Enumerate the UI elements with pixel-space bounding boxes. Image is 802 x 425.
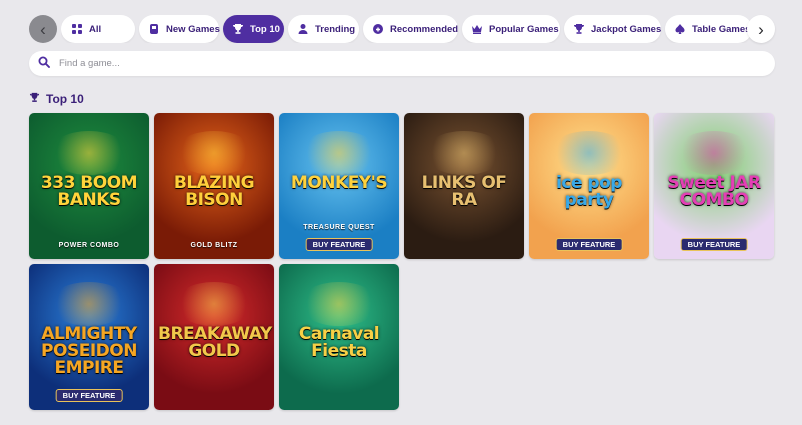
tab-popular-games[interactable]: Popular Games: [462, 15, 560, 43]
game-title: MONKEY'S: [290, 173, 388, 193]
trophy-icon: [573, 23, 585, 36]
crown-icon: [471, 23, 483, 36]
tab-table-games[interactable]: Table Games: [665, 15, 751, 43]
new-games-icon: [148, 23, 160, 36]
game-tile[interactable]: ice pop party BUY FEATURE: [529, 113, 649, 259]
thumb-icon: [372, 23, 384, 36]
buy-feature-badge: BUY FEATURE: [55, 389, 123, 402]
game-tile[interactable]: BREAKAWAY GOLD: [154, 264, 274, 410]
game-tile[interactable]: Carnaval Fiesta: [279, 264, 399, 410]
tab-new-games[interactable]: New Games: [139, 15, 220, 43]
game-art-glow: [549, 131, 629, 175]
game-tile[interactable]: MONKEY'S TREASURE QUEST BUY FEATURE: [279, 113, 399, 259]
tab-recommended[interactable]: Recommended: [363, 15, 458, 43]
game-title: 333 BOOM BANKS: [40, 173, 138, 210]
game-art-glow: [49, 131, 129, 175]
tab-label: Popular Games: [489, 23, 559, 35]
tab-label: Trending: [315, 23, 356, 35]
search-input[interactable]: [59, 58, 739, 69]
spade-icon: [674, 23, 686, 36]
game-art-glow: [674, 131, 754, 175]
trophy-icon: [29, 92, 40, 106]
tab-top-10[interactable]: Top 10: [223, 15, 284, 43]
game-title: BLAZING BISON: [173, 173, 255, 210]
game-title: BREAKAWAY GOLD: [158, 324, 272, 361]
category-bar: ‹ All New Games Top 10 Trending Recommended P…: [29, 15, 775, 43]
search-icon: [38, 55, 50, 73]
game-title: Sweet JAR COMBO: [667, 173, 761, 210]
chevron-left-icon[interactable]: ‹: [29, 15, 57, 43]
game-art-glow: [174, 282, 254, 326]
buy-feature-badge: BUY FEATURE: [555, 238, 623, 251]
game-art-glow: [49, 282, 129, 326]
buy-feature-badge: BUY FEATURE: [305, 238, 373, 251]
tab-label: Jackpot Games: [591, 23, 662, 35]
tab-trending[interactable]: Trending: [288, 15, 359, 43]
tab-label: All: [89, 23, 102, 35]
person-icon: [297, 23, 309, 36]
tab-label: Recommended: [390, 23, 459, 35]
trophy-icon: [232, 23, 244, 36]
grid-icon: [70, 23, 83, 36]
game-title: Carnaval Fiesta: [298, 324, 380, 361]
tab-label: Table Games: [692, 23, 751, 35]
game-subtitle: GOLD BLITZ: [190, 242, 238, 249]
game-art-glow: [174, 131, 254, 175]
category-tabs: All New Games Top 10 Trending Recommended Pop…: [61, 15, 751, 43]
section-title: Top 10: [46, 92, 84, 106]
tab-label: New Games: [166, 23, 220, 35]
game-tile[interactable]: Sweet JAR COMBO BUY FEATURE: [654, 113, 774, 259]
tab-jackpot-games[interactable]: Jackpot Games: [564, 15, 661, 43]
game-title: ALMIGHTY POSEIDON EMPIRE: [41, 324, 137, 378]
buy-feature-badge: BUY FEATURE: [680, 238, 748, 251]
game-subtitle: TREASURE QUEST: [303, 224, 375, 231]
game-tile[interactable]: 333 BOOM BANKS POWER COMBO: [29, 113, 149, 259]
tab-label: Top 10: [250, 23, 280, 35]
game-tile[interactable]: BLAZING BISON GOLD BLITZ: [154, 113, 274, 259]
tab-all[interactable]: All: [61, 15, 135, 43]
game-subtitle: POWER COMBO: [58, 242, 120, 249]
game-art-glow: [299, 282, 379, 326]
game-title: LINKS OF RA: [421, 173, 507, 210]
game-art-glow: [299, 131, 379, 175]
chevron-right-icon[interactable]: ›: [747, 15, 775, 43]
game-art-glow: [424, 131, 504, 175]
game-tile[interactable]: ALMIGHTY POSEIDON EMPIRE BUY FEATURE: [29, 264, 149, 410]
section-header: Top 10: [29, 92, 84, 106]
search-bar: [29, 51, 775, 76]
game-title: ice pop party: [556, 173, 622, 210]
game-tile[interactable]: LINKS OF RA: [404, 113, 524, 259]
